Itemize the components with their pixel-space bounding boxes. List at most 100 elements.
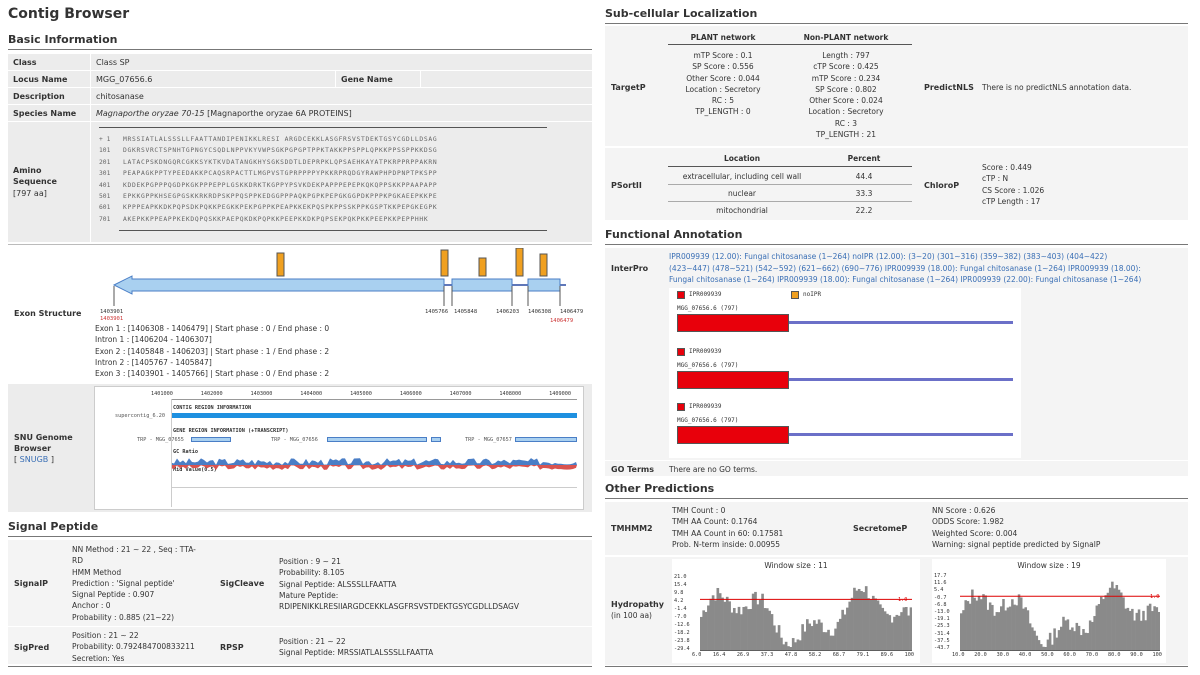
tmhmm-label: TMHMM2: [611, 524, 653, 533]
hydropathy-bar: [794, 642, 797, 651]
hydropathy-bar: [995, 612, 999, 651]
predictnls-value: There is no predictNLS annotation data.: [982, 83, 1132, 92]
sequence-line: AKEPKKPPEAPPKEKDQPQSKKPAEPQKDKPQPKKPEEPK…: [123, 215, 429, 223]
hydropathy-bar: [871, 595, 875, 651]
plot1-x-tick: 16.4: [712, 652, 726, 658]
hydropathy-bar: [787, 646, 790, 651]
hydropathy-bar: [960, 613, 963, 651]
plot2-x-tick: 10.0: [952, 652, 965, 658]
hydropathy-bar: [817, 619, 821, 651]
gene-name-label: Gene Name: [336, 71, 420, 87]
hydropathy-bar: [1117, 589, 1121, 651]
hydropathy-bar: [747, 609, 750, 651]
hydropathy-bar: [824, 632, 828, 651]
hydropathy-bar: [1133, 620, 1136, 651]
plot1-y-tick: 21.0: [674, 574, 687, 580]
snugb-link[interactable]: SNUGB: [20, 455, 49, 464]
plot2-x-tick: 30.0: [996, 652, 1010, 658]
hydropathy-bar: [768, 610, 771, 651]
hydropathy-bar: [716, 587, 720, 651]
signalp-label: SignalP: [14, 579, 48, 588]
hydropathy-bar: [711, 595, 715, 651]
hydropathy-bar: [971, 589, 974, 651]
sequence-line: LATACPSKDNGQRCGKKSYKTKVDATANGKHYSGKSDDTL…: [123, 158, 438, 166]
hydropathy-bar: [897, 615, 901, 651]
hydropathy-bar: [1146, 605, 1150, 651]
hydropathy-bar: [1060, 626, 1063, 651]
hydropathy-bar: [758, 599, 762, 651]
snu-genome-image[interactable]: 1401000 1402000 1403000 1404000 1405000 14060…: [94, 386, 584, 510]
signalp-details: NN Method : 21 ~ 22 , Seq : TTA- RD HMM Me…: [72, 545, 196, 622]
track-1-domain: [677, 314, 789, 332]
plot1-x-tick: 100: [904, 652, 914, 658]
page-title: Contig Browser: [8, 6, 130, 22]
sigcleave-details: Position : 9 ~ 21 Probability: 8.105 Signa…: [279, 557, 519, 612]
hydropathy-bar: [1068, 629, 1072, 651]
track-3-legend: IPR009939: [689, 403, 722, 410]
hydropathy-bar: [1082, 629, 1085, 651]
amino-sequence-box: + 1 101 201 301 401 501 601 701 MRSSIATLALSSSLL…: [91, 122, 592, 242]
hydropathy-bar: [862, 592, 866, 651]
hydropathy-bar: [1115, 585, 1119, 651]
rpsp-details: Position : 21 ~ 22 Signal Peptide: MRSSIA…: [279, 637, 434, 658]
hydropathy-bar: [1093, 616, 1096, 651]
hydropathy-bar: [853, 587, 856, 651]
hydropathy-bar: [765, 608, 769, 651]
hydropathy-bar: [909, 607, 912, 651]
plot2-x-tick: 100: [1152, 652, 1162, 658]
hydropathy-bar: [827, 629, 830, 651]
hydropathy-bar: [890, 622, 894, 651]
hydropathy-bar: [775, 632, 779, 651]
hydropathy-bar: [1017, 594, 1021, 651]
hydropathy-bar: [876, 600, 880, 651]
hydropathy-bar: [1102, 599, 1105, 651]
hydropathy-bar: [808, 623, 812, 651]
hydropathy-bar: [1155, 607, 1159, 651]
hydropathy-bar: [770, 614, 774, 651]
locus-label: Locus Name: [8, 71, 90, 87]
locus-value: MGG_07656.6: [91, 71, 335, 87]
description-label: Description: [8, 88, 90, 104]
hydropathy-bar: [780, 637, 783, 651]
hydropathy-bar: [1051, 644, 1054, 651]
hydropathy-bar: [1100, 596, 1103, 651]
hydropathy-bar: [1031, 627, 1034, 651]
psort-pct-2: 33.3: [855, 189, 873, 198]
interpro-entries[interactable]: IPR009939 (12.00): Fungal chitosanase (1…: [669, 251, 1184, 286]
hydropathy-bar: [1011, 599, 1014, 651]
sequence-line: MRSSIATLALSSSLLFAATTANDIPENIKKLRESI ARGD…: [123, 136, 438, 143]
hydropathy-bar: [1144, 620, 1147, 651]
exon-diagram: [112, 248, 566, 306]
rpsp-label: RPSP: [220, 643, 244, 652]
hydropathy-bar: [1020, 597, 1023, 651]
track-1-bar: [789, 321, 1013, 324]
hydropathy-bar: [1062, 616, 1065, 651]
plot1-y-tick: 4.2: [674, 598, 684, 604]
snu-label: SNU Genome Browser [ SNUGB ]: [14, 433, 73, 464]
hydropathy-bar: [886, 613, 889, 651]
species-label: Species Name: [8, 105, 90, 121]
exon-tick-3: 1405848: [454, 309, 478, 315]
hydropathy-bar: [1151, 611, 1154, 651]
sequence-line: KDDEKPGPPPQGDPKGKPPPEPPLGSKKDRKTKGPPYPSV…: [123, 181, 438, 189]
plot1-y-tick: -7.0: [674, 614, 687, 620]
hydropathy-sub: (in 100 aa): [611, 611, 652, 620]
hydropathy-bar: [1006, 607, 1010, 651]
interpro-label: InterPro: [611, 264, 649, 273]
hydropathy-bar: [1091, 621, 1094, 651]
plant-network-values: mTP Score : 0.1 SP Score : 0.556 Other Sco…: [685, 51, 761, 117]
hydropathy-bar: [810, 626, 814, 651]
hydropathy-bar: [980, 599, 983, 651]
hydropathy-bar: [803, 631, 807, 651]
secretomep-values: NN Score : 0.626 ODDS Score: 1.982 Weighte…: [932, 506, 1101, 549]
snu-trp-2: TRP - MGG_07656: [271, 437, 318, 443]
plot1-x-tick: 89.6: [880, 652, 894, 658]
sequence-line: EPKKGPPKHSEGPGSKKRKRDPSKPPQSPPKEDGGPPPAQ…: [123, 193, 438, 201]
hydropathy-bar: [1042, 646, 1045, 651]
hydropathy-bar: [1000, 606, 1003, 651]
plot2-title: Window size : 19: [1017, 561, 1081, 570]
plot1-y-tick: 15.4: [674, 582, 687, 588]
hydropathy-bar: [860, 591, 863, 651]
plot2-x-tick: 60.0: [1063, 652, 1076, 658]
hydropathy-bar: [1142, 610, 1145, 651]
